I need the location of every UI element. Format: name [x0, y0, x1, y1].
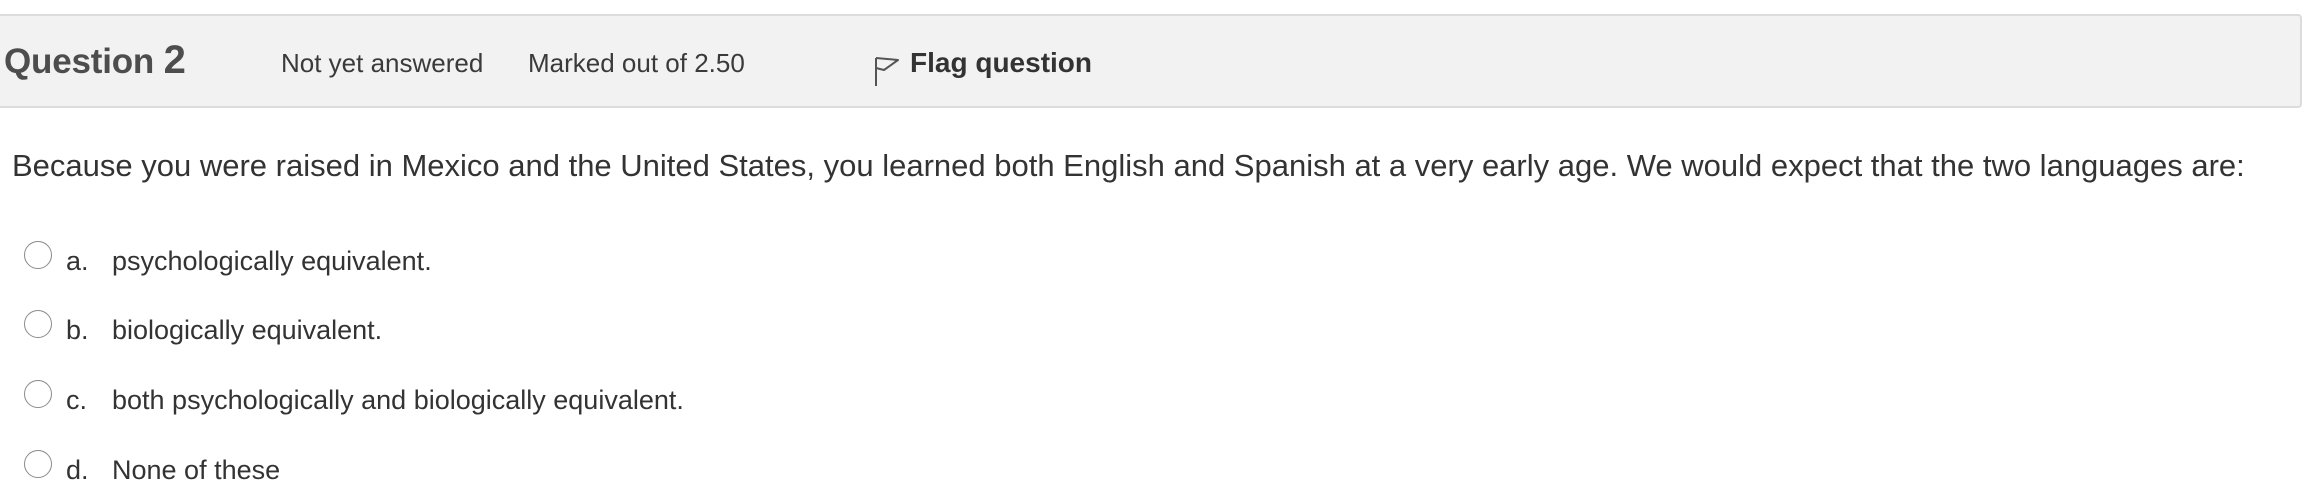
question-state: Not yet answered — [281, 48, 484, 78]
answer-option-d[interactable]: d. None of these — [24, 449, 280, 489]
answer-radio-b[interactable] — [24, 310, 52, 338]
answer-radio-d[interactable] — [24, 450, 52, 478]
answer-letter-c: c. — [66, 385, 88, 415]
question-title: Question 2 — [4, 38, 186, 83]
answer-text-b: biologically equivalent. — [112, 315, 383, 345]
answer-option-b[interactable]: b. biologically equivalent. — [24, 309, 382, 349]
answer-letter-d: d. — [66, 455, 89, 485]
answer-text-d: None of these — [112, 455, 281, 485]
answer-letter-a: a. — [66, 246, 89, 276]
question-text: Because you were raised in Mexico and th… — [12, 148, 2245, 183]
answer-text-c: both psychologically and biologically eq… — [112, 385, 684, 415]
question-number: 2 — [163, 38, 186, 82]
answer-radio-c[interactable] — [24, 380, 52, 408]
answer-radio-a[interactable] — [24, 241, 52, 269]
answer-option-c[interactable]: c. both psychologically and biologically… — [24, 379, 684, 419]
flag-question-button[interactable]: Flag question — [872, 44, 1092, 88]
flag-question-label: Flag question — [910, 47, 1092, 78]
question-title-prefix: Question — [4, 42, 155, 81]
answer-text-a: psychologically equivalent. — [112, 246, 432, 276]
answer-letter-b: b. — [66, 315, 89, 345]
question-grade: Marked out of 2.50 — [528, 48, 745, 78]
flag-icon — [872, 44, 900, 88]
answer-option-a[interactable]: a. psychologically equivalent. — [24, 240, 432, 280]
